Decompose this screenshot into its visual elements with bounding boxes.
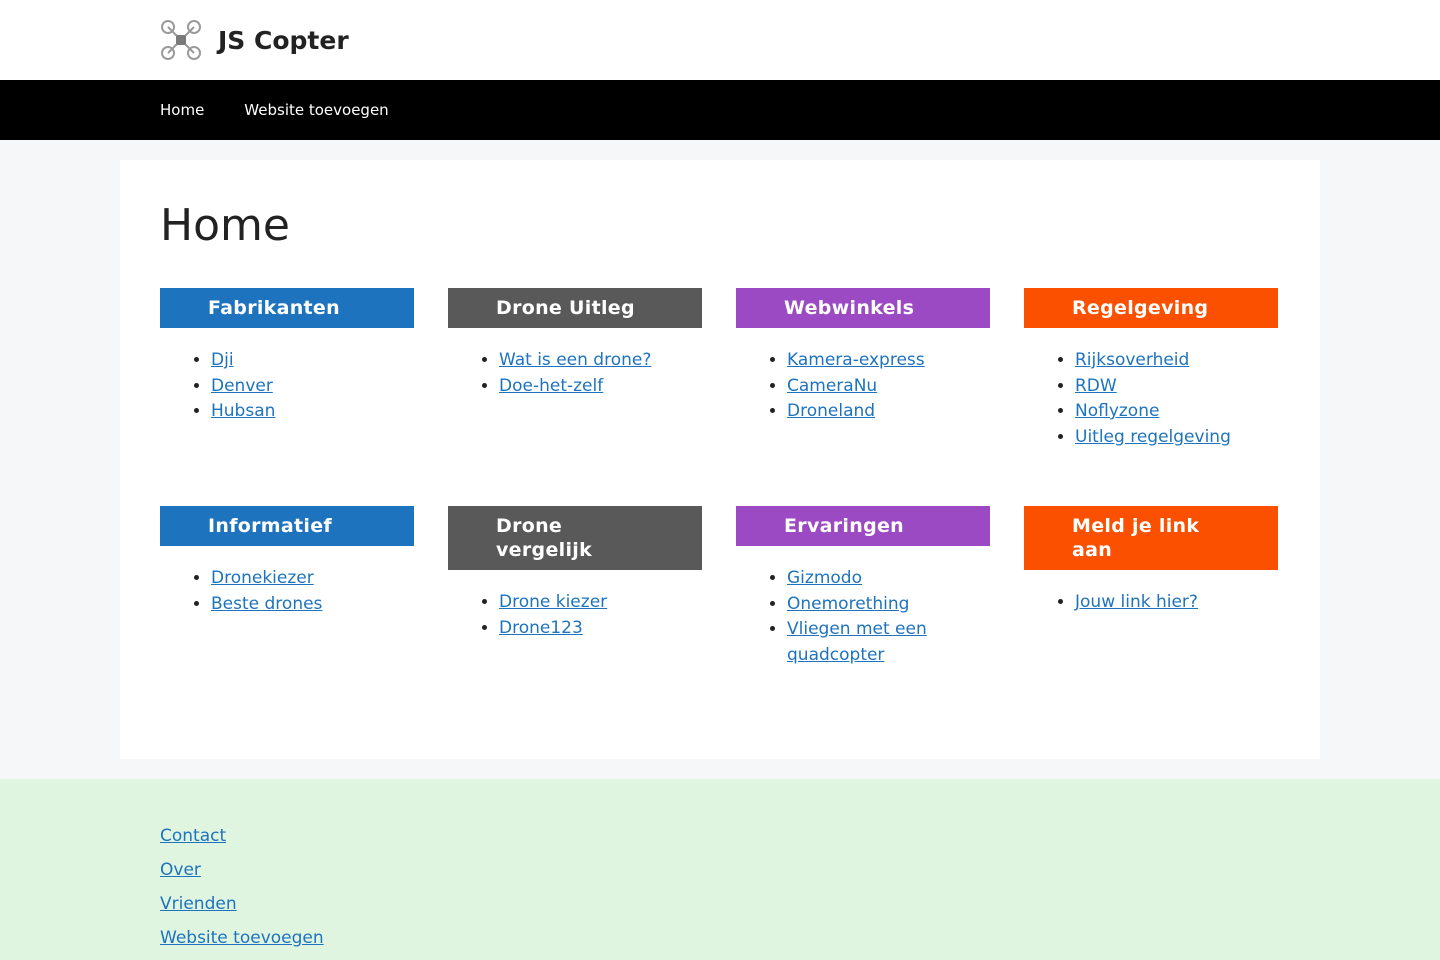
site-footer: Contact Over Vrienden Website toevoegen bbox=[0, 779, 1440, 960]
link[interactable]: CameraNu bbox=[787, 376, 877, 396]
link-list: Wat is een drone? Doe-het-zelf bbox=[448, 348, 702, 399]
footer-link-vrienden[interactable]: Vrienden bbox=[160, 887, 1280, 921]
list-item: Dronekiezer bbox=[211, 566, 414, 592]
block-title: Ervaringen bbox=[736, 506, 990, 546]
footer-link-website-toevoegen[interactable]: Website toevoegen bbox=[160, 921, 1280, 955]
block-title: Drone Uitleg bbox=[448, 288, 702, 328]
nav-item-home[interactable]: Home bbox=[160, 101, 204, 119]
content-wrapper: Home Fabrikanten Dji Denver Hubsan Drone… bbox=[0, 140, 1440, 779]
block-drone-uitleg: Drone Uitleg Wat is een drone? Doe-het-z… bbox=[448, 288, 702, 506]
link-list: Kamera-express CameraNu Droneland bbox=[736, 348, 990, 425]
list-item: Jouw link hier? bbox=[1075, 590, 1278, 616]
list-item: Vliegen met een quadcopter bbox=[787, 617, 990, 668]
link[interactable]: Dronekiezer bbox=[211, 568, 314, 588]
list-item: Beste drones bbox=[211, 592, 414, 618]
footer-link-over[interactable]: Over bbox=[160, 853, 1280, 887]
block-informatief: Informatief Dronekiezer Beste drones bbox=[160, 506, 414, 668]
block-ervaringen: Ervaringen Gizmodo Onemorething Vliegen … bbox=[736, 506, 990, 668]
link[interactable]: Denver bbox=[211, 376, 273, 396]
link[interactable]: Dji bbox=[211, 350, 234, 370]
link-list: Dronekiezer Beste drones bbox=[160, 566, 414, 617]
link-list: Dji Denver Hubsan bbox=[160, 348, 414, 425]
list-item: Denver bbox=[211, 374, 414, 400]
list-item: Droneland bbox=[787, 399, 990, 425]
link[interactable]: Jouw link hier? bbox=[1075, 592, 1198, 612]
footer-link-contact[interactable]: Contact bbox=[160, 819, 1280, 853]
main-content: Home Fabrikanten Dji Denver Hubsan Drone… bbox=[120, 160, 1320, 759]
block-fabrikanten: Fabrikanten Dji Denver Hubsan bbox=[160, 288, 414, 506]
block-title: Webwinkels bbox=[736, 288, 990, 328]
block-title: Informatief bbox=[160, 506, 414, 546]
list-item: Gizmodo bbox=[787, 566, 990, 592]
link-list: Drone kiezer Drone123 bbox=[448, 590, 702, 641]
link-list: Gizmodo Onemorething Vliegen met een qua… bbox=[736, 566, 990, 668]
nav-item-website-toevoegen[interactable]: Website toevoegen bbox=[244, 101, 388, 119]
link-list: Rijksoverheid RDW Noflyzone Uitleg regel… bbox=[1024, 348, 1278, 450]
list-item: Wat is een drone? bbox=[499, 348, 702, 374]
block-title: Fabrikanten bbox=[160, 288, 414, 328]
list-item: Doe-het-zelf bbox=[499, 374, 702, 400]
brand-link[interactable]: JS Copter bbox=[160, 19, 349, 61]
list-item: Drone kiezer bbox=[499, 590, 702, 616]
link[interactable]: Doe-het-zelf bbox=[499, 376, 603, 396]
link[interactable]: Wat is een drone? bbox=[499, 350, 651, 370]
list-item: Noflyzone bbox=[1075, 399, 1278, 425]
block-title: Meld je link aan bbox=[1024, 506, 1278, 570]
site-title: JS Copter bbox=[218, 25, 349, 55]
block-drone-vergelijk: Drone vergelijk Drone kiezer Drone123 bbox=[448, 506, 702, 668]
block-title: Regelgeving bbox=[1024, 288, 1278, 328]
link[interactable]: Hubsan bbox=[211, 401, 275, 421]
block-webwinkels: Webwinkels Kamera-express CameraNu Drone… bbox=[736, 288, 990, 506]
link[interactable]: RDW bbox=[1075, 376, 1117, 396]
link-list: Jouw link hier? bbox=[1024, 590, 1278, 616]
link[interactable]: Gizmodo bbox=[787, 568, 862, 588]
list-item: Onemorething bbox=[787, 592, 990, 618]
list-item: Hubsan bbox=[211, 399, 414, 425]
list-item: Drone123 bbox=[499, 616, 702, 642]
link[interactable]: Onemorething bbox=[787, 594, 909, 614]
block-meld-je-link-aan: Meld je link aan Jouw link hier? bbox=[1024, 506, 1278, 668]
link[interactable]: Drone123 bbox=[499, 618, 583, 638]
drone-icon bbox=[161, 20, 201, 60]
link[interactable]: Droneland bbox=[787, 401, 875, 421]
list-item: Rijksoverheid bbox=[1075, 348, 1278, 374]
link[interactable]: Vliegen met een quadcopter bbox=[787, 619, 927, 665]
main-nav: Home Website toevoegen bbox=[0, 80, 1440, 140]
link[interactable]: Rijksoverheid bbox=[1075, 350, 1189, 370]
page-title: Home bbox=[160, 200, 290, 251]
site-header: JS Copter bbox=[0, 0, 1440, 80]
link[interactable]: Noflyzone bbox=[1075, 401, 1159, 421]
list-item: Uitleg regelgeving bbox=[1075, 425, 1278, 451]
link[interactable]: Drone kiezer bbox=[499, 592, 607, 612]
block-regelgeving: Regelgeving Rijksoverheid RDW Noflyzone … bbox=[1024, 288, 1278, 506]
link[interactable]: Kamera-express bbox=[787, 350, 925, 370]
list-item: RDW bbox=[1075, 374, 1278, 400]
link-blocks-grid: Fabrikanten Dji Denver Hubsan Drone Uitl… bbox=[160, 288, 1280, 668]
link[interactable]: Beste drones bbox=[211, 594, 322, 614]
list-item: Kamera-express bbox=[787, 348, 990, 374]
block-title: Drone vergelijk bbox=[448, 506, 702, 570]
link[interactable]: Uitleg regelgeving bbox=[1075, 427, 1231, 447]
list-item: CameraNu bbox=[787, 374, 990, 400]
list-item: Dji bbox=[211, 348, 414, 374]
